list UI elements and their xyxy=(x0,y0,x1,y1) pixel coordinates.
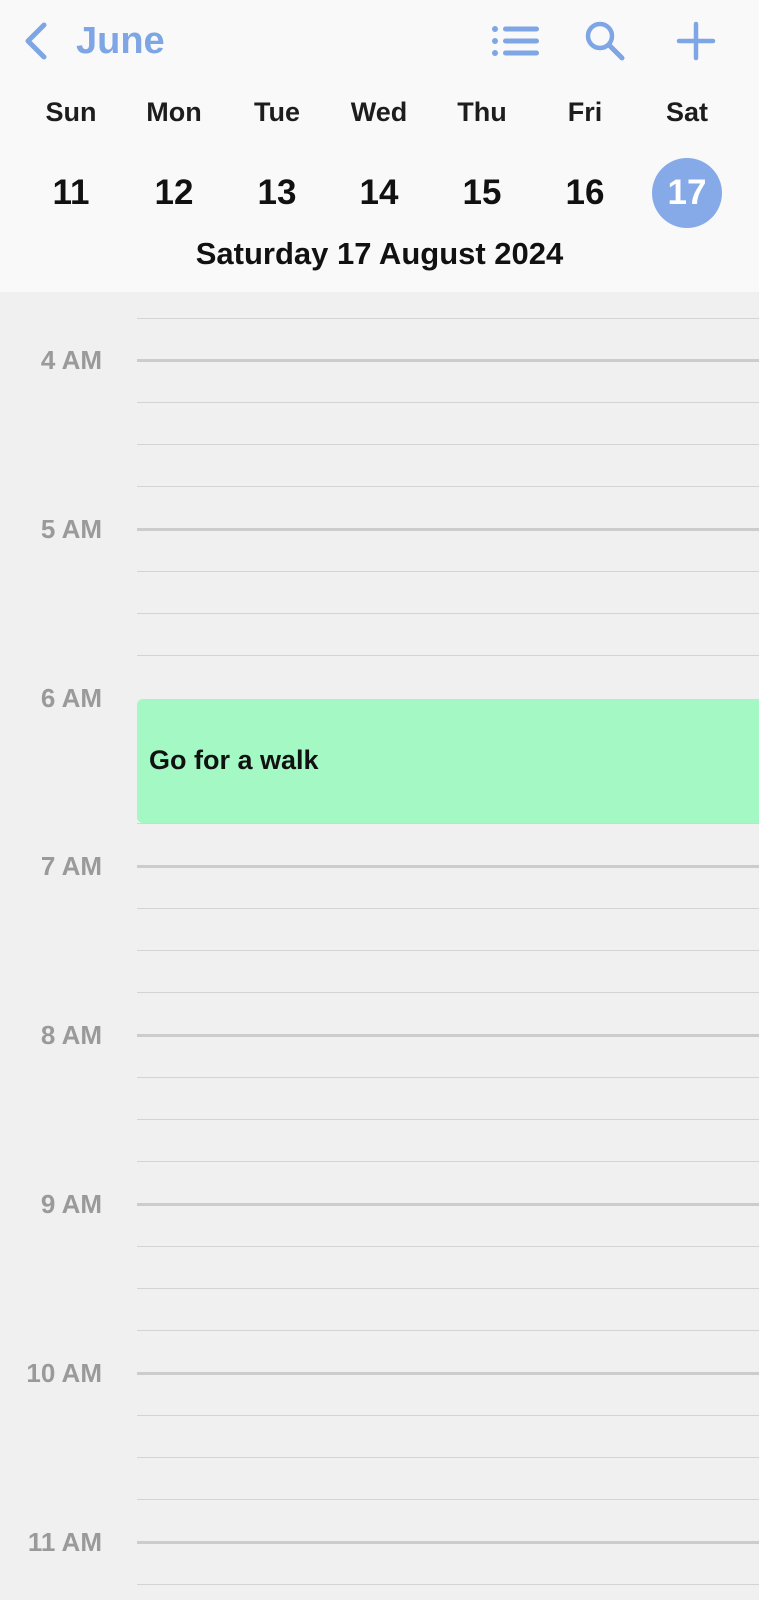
quarter-line xyxy=(137,1288,759,1289)
month-label: June xyxy=(76,19,165,62)
quarter-line xyxy=(137,402,759,403)
quarter-line xyxy=(137,992,759,993)
day-name: Thu xyxy=(457,97,507,127)
hour-label: 7 AM xyxy=(40,851,102,881)
day-name: Mon xyxy=(146,97,202,127)
quarter-line xyxy=(137,1499,759,1500)
list-view-button[interactable] xyxy=(489,18,543,64)
day-sun[interactable]: Sun 11 xyxy=(20,90,122,228)
chevron-left-icon xyxy=(22,21,48,61)
hour-label: 8 AM xyxy=(40,1020,102,1050)
event-title: Go for a walk xyxy=(149,745,319,775)
hour-line xyxy=(137,1203,759,1206)
quarter-line xyxy=(137,1161,759,1162)
quarter-line xyxy=(137,318,759,319)
hour-label: 6 AM xyxy=(40,683,102,713)
search-button[interactable] xyxy=(578,18,632,64)
quarter-line xyxy=(137,1119,759,1120)
selected-day-number: 17 xyxy=(652,158,722,228)
day-name: Wed xyxy=(350,97,408,127)
hour-line xyxy=(137,1372,759,1375)
day-name: Sun xyxy=(45,97,97,127)
day-name: Tue xyxy=(254,97,300,127)
hour-label: 5 AM xyxy=(40,514,102,544)
day-mon[interactable]: Mon 12 xyxy=(123,90,225,228)
quarter-line xyxy=(137,1246,759,1247)
day-fri[interactable]: Fri 16 xyxy=(534,90,636,228)
calendar-header: June Sun 11 Mon 12 Tue 13 Wed 14 Thu 15 … xyxy=(0,0,759,292)
event-card[interactable]: Go for a walk xyxy=(137,699,759,823)
quarter-line xyxy=(137,613,759,614)
day-sat[interactable]: Sat 17 xyxy=(636,90,738,228)
quarter-line xyxy=(137,1415,759,1416)
quarter-line xyxy=(137,444,759,445)
hour-label: 10 AM xyxy=(26,1358,102,1388)
day-number: 14 xyxy=(359,173,399,212)
hour-line xyxy=(137,528,759,531)
back-button[interactable]: June xyxy=(22,18,165,64)
quarter-line xyxy=(137,908,759,909)
day-number: 11 xyxy=(52,173,90,212)
hour-line xyxy=(137,1541,759,1544)
quarter-line xyxy=(137,1330,759,1331)
day-thu[interactable]: Thu 15 xyxy=(431,90,533,228)
hour-label: 4 AM xyxy=(40,345,102,375)
quarter-line xyxy=(137,1584,759,1585)
quarter-line xyxy=(137,655,759,656)
quarter-line xyxy=(137,823,759,824)
list-icon xyxy=(491,24,541,58)
quarter-line xyxy=(137,950,759,951)
day-wed[interactable]: Wed 14 xyxy=(328,90,430,228)
day-number: 12 xyxy=(154,173,194,212)
hour-line xyxy=(137,359,759,362)
day-name: Sat xyxy=(665,97,709,127)
day-timeline[interactable]: 4 AM 5 AM 6 AM 7 AM 8 AM 9 AM 10 AM 11 A… xyxy=(0,292,759,1600)
hour-label: 9 AM xyxy=(40,1189,102,1219)
day-number: 16 xyxy=(565,173,605,212)
quarter-line xyxy=(137,571,759,572)
day-number: 13 xyxy=(257,173,297,212)
quarter-line xyxy=(137,1077,759,1078)
quarter-line xyxy=(137,1457,759,1458)
hour-line xyxy=(137,865,759,868)
plus-icon xyxy=(676,21,716,61)
add-event-button[interactable] xyxy=(669,18,723,64)
quarter-line xyxy=(137,486,759,487)
hour-label: 11 AM xyxy=(27,1527,102,1557)
hour-line xyxy=(137,1034,759,1037)
search-icon xyxy=(584,20,626,62)
day-name: Fri xyxy=(567,97,603,127)
selected-date-title: Saturday 17 August 2024 xyxy=(195,236,564,271)
day-tue[interactable]: Tue 13 xyxy=(226,90,328,228)
day-number: 15 xyxy=(462,173,502,212)
